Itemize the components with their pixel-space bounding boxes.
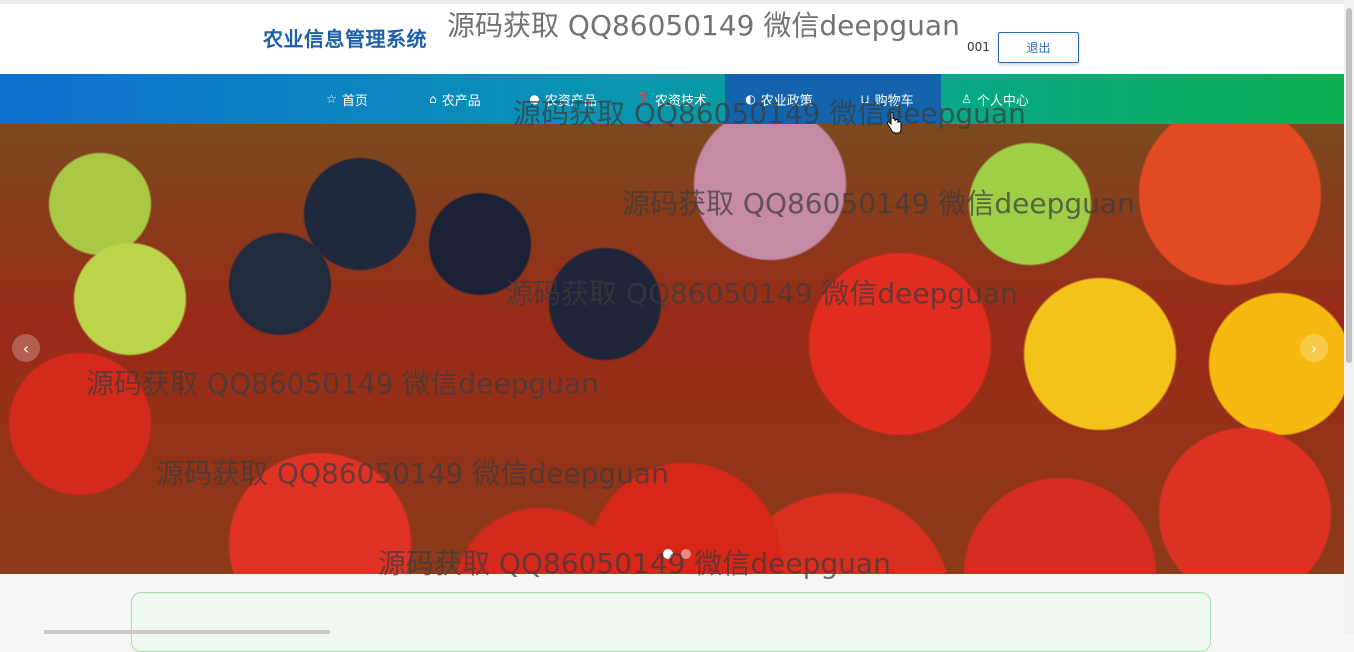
hand-cursor-icon	[886, 112, 902, 134]
nav-item-technology[interactable]: ❓ 农资技术	[617, 74, 725, 124]
nav-item-label: 首页	[341, 93, 368, 109]
nav-item-supplies[interactable]: ● 农资产品	[509, 74, 617, 124]
logout-button[interactable]: 退出	[998, 32, 1079, 63]
bag-icon: ⌂	[429, 92, 437, 106]
cart-icon: ⊔	[860, 92, 870, 106]
nav-item-label: 个人中心	[976, 93, 1029, 109]
carousel-next-button[interactable]: ›	[1300, 334, 1328, 362]
username-label: 001	[967, 40, 990, 54]
help-icon: ❓	[635, 92, 650, 106]
scrollbar-thumb[interactable]	[1346, 8, 1352, 363]
carousel-dot[interactable]	[681, 549, 691, 559]
circle-icon: ●	[529, 92, 540, 106]
top-header: 农业信息管理系统 001 退出	[0, 0, 1344, 74]
site-title: 农业信息管理系统	[263, 27, 427, 51]
nav-item-label: 农资产品	[544, 93, 597, 109]
nav-item-policy[interactable]: ◐ 农业政策	[725, 74, 833, 124]
hero-carousel[interactable]: ‹ ›	[0, 124, 1344, 574]
user-icon: ♙	[961, 92, 972, 106]
carousel-indicators	[663, 549, 691, 559]
nav-item-label: 农资技术	[654, 93, 707, 109]
globe-icon: ◐	[745, 92, 756, 106]
nav-item-products[interactable]: ⌂ 农产品	[401, 74, 509, 124]
nav-item-home[interactable]: ☆ 首页	[293, 74, 401, 124]
main-nav: ☆ 首页 ⌂ 农产品 ● 农资产品 ❓ 农资技术 ◐ 农业政策 ⊔ 购物车 ♙ …	[0, 74, 1344, 124]
nav-item-profile[interactable]: ♙ 个人中心	[941, 74, 1049, 124]
carousel-dot[interactable]	[663, 549, 673, 559]
horizontal-scrollbar[interactable]	[44, 630, 330, 634]
nav-item-label: 农产品	[441, 93, 481, 109]
content-panel	[131, 592, 1211, 652]
nav-item-label: 购物车	[874, 93, 914, 109]
nav-item-label: 农业政策	[760, 93, 813, 109]
carousel-prev-button[interactable]: ‹	[12, 334, 40, 362]
star-icon: ☆	[326, 92, 337, 106]
